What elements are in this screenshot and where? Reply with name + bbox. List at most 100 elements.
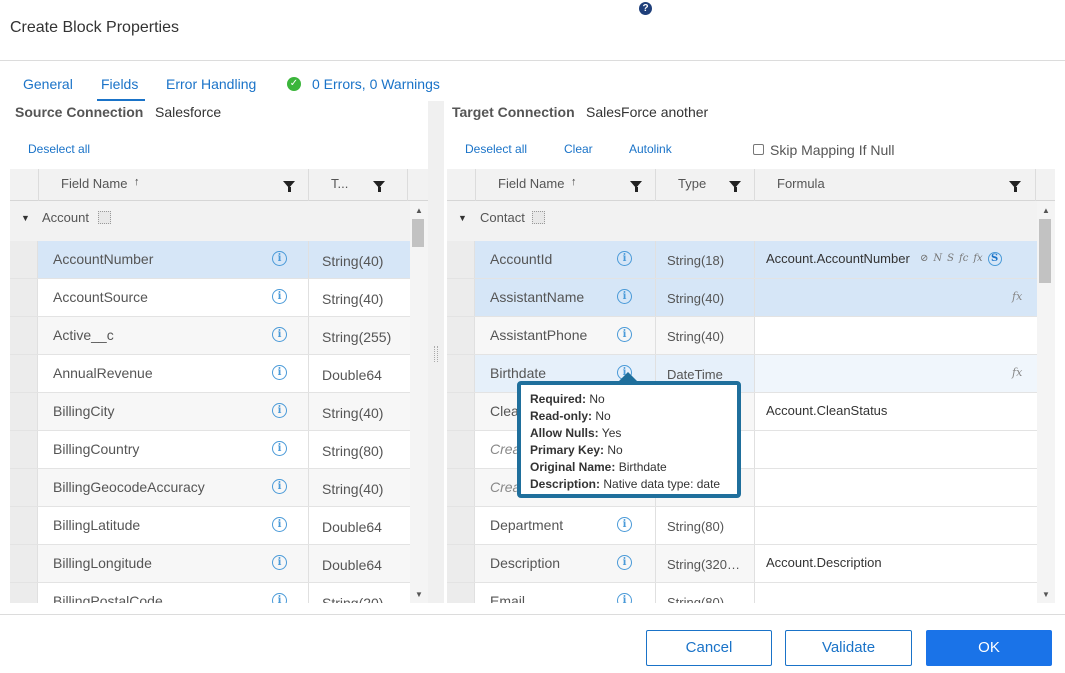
cancel-button[interactable]: Cancel	[646, 630, 772, 666]
source-field-name: BillingPostalCode	[53, 593, 163, 603]
tooltip-key: Required:	[530, 392, 587, 406]
target-formula-header[interactable]: Formula	[777, 169, 825, 201]
ok-button[interactable]: OK	[926, 630, 1052, 666]
source-table-row[interactable]: AnnualRevenue i Double64	[10, 355, 410, 393]
info-icon[interactable]: i	[272, 517, 287, 532]
row-gutter	[10, 241, 38, 278]
source-table-row[interactable]: AccountSource i String(40)	[10, 279, 410, 317]
function-icon[interactable]: fx	[1012, 290, 1022, 303]
scroll-down-icon[interactable]: ▼	[415, 590, 423, 599]
source-table-row[interactable]: AccountNumber i String(40)	[10, 241, 410, 279]
autolink-button[interactable]: Autolink	[629, 142, 672, 156]
skip-mapping-checkbox[interactable]	[753, 144, 764, 155]
source-scrollbar[interactable]: ▲ ▼	[410, 201, 428, 603]
info-icon[interactable]: i	[617, 593, 632, 603]
formula-cell[interactable]: Account.CleanStatus	[755, 393, 1037, 430]
target-table-row[interactable]: Email i String(80)	[447, 583, 1037, 603]
column-separator	[308, 507, 309, 544]
filter-icon[interactable]	[630, 181, 642, 192]
target-table-row[interactable]: AssistantName i String(40) fx	[447, 279, 1037, 317]
scroll-thumb[interactable]	[1039, 219, 1051, 283]
validate-button[interactable]: Validate	[785, 630, 912, 666]
string-icon[interactable]: S	[947, 253, 954, 264]
info-icon[interactable]: i	[617, 555, 632, 570]
info-icon[interactable]: i	[617, 517, 632, 532]
formula-cell[interactable]	[755, 507, 1037, 544]
formula-cell[interactable]	[755, 317, 1037, 354]
caret-down-icon[interactable]: ▼	[21, 213, 30, 223]
info-icon[interactable]: i	[272, 327, 287, 342]
info-icon[interactable]: i	[272, 479, 287, 494]
scroll-thumb[interactable]	[412, 219, 424, 247]
filter-icon[interactable]	[283, 181, 295, 192]
formula-cell[interactable]	[755, 355, 1037, 392]
formula-cell[interactable]	[755, 583, 1037, 603]
tooltip-key: Original Name:	[530, 460, 616, 474]
info-icon[interactable]: i	[617, 327, 632, 342]
target-deselect-all-button[interactable]: Deselect all	[465, 142, 527, 156]
source-table-row[interactable]: Active__c i String(255)	[10, 317, 410, 355]
info-icon[interactable]: i	[272, 251, 287, 266]
row-gutter	[447, 545, 475, 582]
info-icon[interactable]: i	[272, 441, 287, 456]
info-icon[interactable]: i	[617, 289, 632, 304]
target-scrollbar[interactable]: ▲ ▼	[1037, 201, 1055, 603]
source-table-row[interactable]: BillingGeocodeAccuracy i String(40)	[10, 469, 410, 507]
info-icon[interactable]: i	[272, 593, 287, 603]
filter-icon[interactable]	[373, 181, 385, 192]
row-gutter	[447, 431, 475, 468]
source-group-row[interactable]: ▼ Account	[10, 201, 410, 241]
filter-icon[interactable]	[1009, 181, 1021, 192]
null-icon[interactable]: N	[933, 253, 942, 264]
target-table-row[interactable]: Department i String(80)	[447, 507, 1037, 545]
scroll-up-icon[interactable]: ▲	[415, 206, 423, 215]
formula-cell[interactable]	[755, 469, 1037, 506]
formula-toolbar[interactable]: ⊘ N Sfc fx S	[920, 252, 1007, 266]
info-icon[interactable]: i	[272, 403, 287, 418]
caret-down-icon[interactable]: ▼	[458, 213, 467, 223]
target-type-header[interactable]: Type	[678, 169, 706, 201]
source-field-name: Active__c	[53, 327, 114, 343]
target-table-row[interactable]: Description i String(320… Account.Descripti…	[447, 545, 1037, 583]
source-field-name-header[interactable]: Field Name	[61, 169, 127, 201]
function-c-icon[interactable]: fc	[959, 253, 968, 264]
validation-status[interactable]: 0 Errors, 0 Warnings	[312, 76, 440, 92]
filter-icon[interactable]	[729, 181, 741, 192]
splitter-grip-icon[interactable]	[434, 346, 438, 362]
function-icon[interactable]: fx	[1012, 366, 1022, 379]
scroll-up-icon[interactable]: ▲	[1042, 206, 1050, 215]
target-group-row[interactable]: ▼ Contact	[447, 201, 1037, 241]
source-deselect-all-button[interactable]: Deselect all	[28, 142, 90, 156]
info-icon[interactable]: i	[272, 555, 287, 570]
tab-error-handling[interactable]: Error Handling	[166, 76, 256, 92]
tab-general[interactable]: General	[23, 76, 73, 92]
script-icon[interactable]: S	[987, 252, 1002, 266]
source-type-header[interactable]: T...	[331, 169, 348, 201]
formula-text: Account.Description	[766, 555, 882, 570]
info-icon[interactable]: i	[617, 251, 632, 266]
clear-formula-icon[interactable]: ⊘	[920, 253, 928, 264]
source-table-row[interactable]: BillingCity i String(40)	[10, 393, 410, 431]
formula-cell[interactable]	[755, 431, 1037, 468]
help-icon[interactable]: ?	[639, 2, 652, 15]
source-table-row[interactable]: BillingCountry i String(80)	[10, 431, 410, 469]
source-table-row[interactable]: BillingLongitude i Double64	[10, 545, 410, 583]
function-icon[interactable]: fx	[973, 253, 982, 264]
sort-ascending-icon[interactable]: ↑	[134, 176, 140, 188]
info-icon[interactable]: i	[272, 365, 287, 380]
formula-cell[interactable]: Account.Description	[755, 545, 1037, 582]
target-field-name-header[interactable]: Field Name	[498, 169, 564, 201]
tab-fields[interactable]: Fields	[101, 76, 138, 92]
sort-ascending-icon[interactable]: ↑	[571, 176, 577, 188]
source-table-row[interactable]: BillingLatitude i Double64	[10, 507, 410, 545]
source-field-type: String(40)	[322, 469, 408, 506]
formula-cell[interactable]	[755, 279, 1037, 316]
source-table-row[interactable]: BillingPostalCode i String(20)	[10, 583, 410, 603]
column-separator	[308, 583, 309, 603]
scroll-down-icon[interactable]: ▼	[1042, 590, 1050, 599]
info-icon[interactable]: i	[272, 289, 287, 304]
target-table-row[interactable]: AccountId i String(18) Account.AccountNumbe…	[447, 241, 1037, 279]
clear-button[interactable]: Clear	[564, 142, 593, 156]
target-table-row[interactable]: AssistantPhone i String(40)	[447, 317, 1037, 355]
row-gutter	[10, 507, 38, 544]
